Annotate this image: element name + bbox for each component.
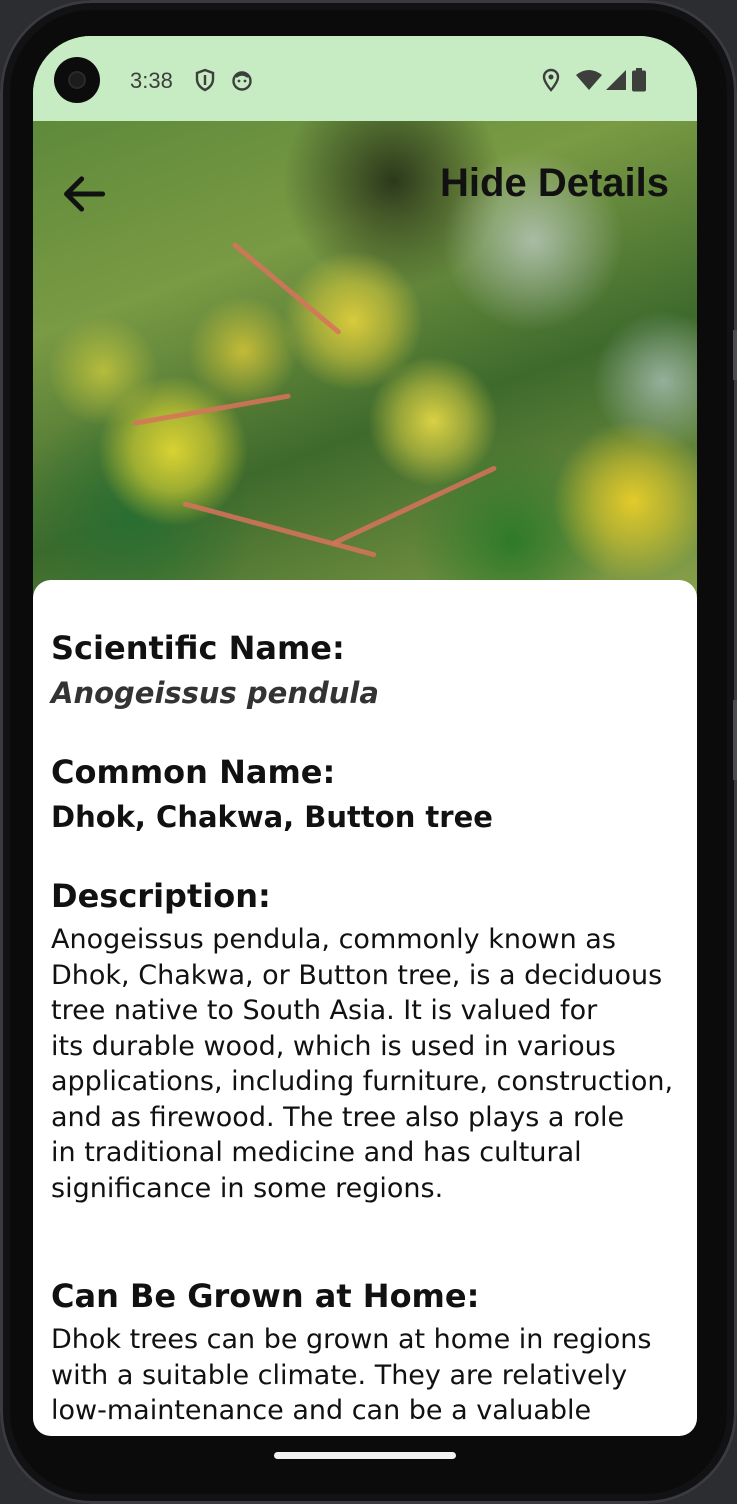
- shield-icon: [195, 68, 215, 92]
- photo-detail: [231, 241, 342, 336]
- home-line: Dhok trees can be grown at home in regio…: [51, 1324, 652, 1355]
- photo-detail: [132, 393, 292, 426]
- scientific-name-label: Scientific Name:: [51, 629, 345, 667]
- details-sheet: Scientific Name: Anogeissus pendula Comm…: [33, 580, 697, 1436]
- phone-frame: 3:38 Hide Details Scientific Name: Anoge…: [0, 0, 737, 1504]
- description-line: and as firewood. The tree also plays a r…: [51, 1101, 625, 1133]
- scientific-name-value: Anogeissus pendula: [51, 676, 379, 710]
- screen: 3:38 Hide Details Scientific Name: Anoge…: [33, 36, 697, 1436]
- photo-detail: [331, 465, 498, 546]
- description-line: applications, including furniture, const…: [51, 1066, 674, 1097]
- description-line: its durable wood, which is used in vario…: [51, 1030, 616, 1062]
- side-button: [733, 330, 737, 380]
- plant-photo: Hide Details: [33, 121, 697, 601]
- status-bar: 3:38: [33, 36, 697, 122]
- home-gesture-bar[interactable]: [274, 1452, 456, 1459]
- description-label: Description:: [51, 877, 271, 915]
- grown-at-home-text: Dhok trees can be grown at home in regio…: [51, 1322, 679, 1429]
- common-name-label: Common Name:: [51, 753, 336, 791]
- side-button: [733, 700, 737, 780]
- back-button[interactable]: [53, 163, 115, 225]
- description-line: in traditional medicine and has cultural: [51, 1137, 582, 1168]
- photo-detail: [182, 501, 377, 558]
- common-name-value: Dhok, Chakwa, Button tree: [51, 800, 493, 834]
- front-camera: [54, 57, 100, 103]
- description-line: Dhok, Chakwa, or Button tree, is a decid…: [51, 959, 663, 991]
- status-time: 3:38: [130, 68, 173, 93]
- location-icon: [542, 68, 560, 92]
- wifi-icon: [576, 70, 602, 90]
- home-line: with a suitable climate. They are relati…: [51, 1359, 628, 1391]
- description-line: Anogeissus pendula, commonly known as: [51, 924, 616, 955]
- arrow-left-icon: [64, 176, 106, 212]
- hide-details-button[interactable]: Hide Details: [440, 161, 669, 206]
- signal-icon: [606, 70, 626, 90]
- home-line: low-maintenance and can be a valuable: [51, 1395, 592, 1426]
- description-text: Anogeissus pendula, commonly known as Dh…: [51, 922, 679, 1206]
- description-line: significance in some regions.: [51, 1172, 444, 1204]
- battery-icon: [632, 68, 646, 92]
- grown-at-home-label: Can Be Grown at Home:: [51, 1277, 480, 1315]
- description-line: tree native to South Asia. It is valued …: [51, 995, 598, 1026]
- face-icon: [232, 71, 252, 91]
